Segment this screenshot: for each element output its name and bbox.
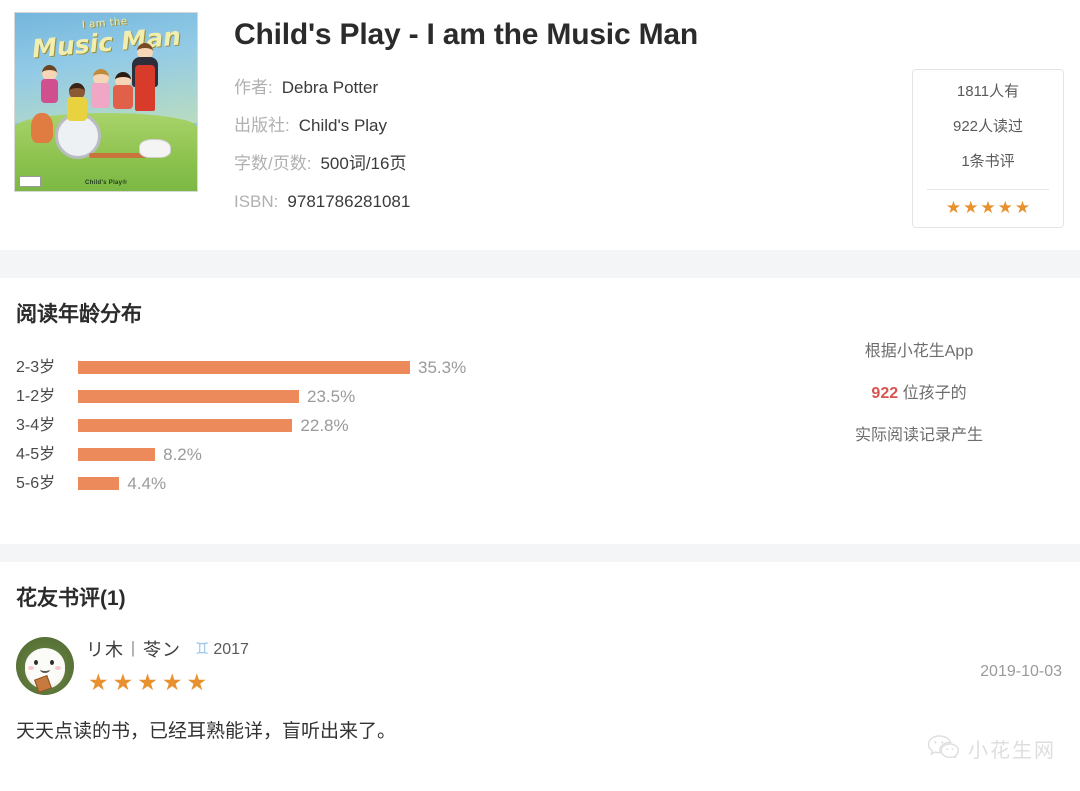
meta-value-author: Debra Potter xyxy=(281,78,379,97)
chart-bar-track: 35.3% xyxy=(78,359,636,376)
chart-bar-value: 8.2% xyxy=(163,445,202,464)
chart-bar-fill xyxy=(78,448,156,461)
chart-bar-fill xyxy=(78,419,293,432)
chart-bar-label: 3-4岁 xyxy=(16,416,56,434)
cover-cat xyxy=(31,113,53,143)
meta-value-publisher: Child's Play xyxy=(298,116,388,135)
chart-bar-label: 1-2岁 xyxy=(16,387,56,405)
avatar-eye-left xyxy=(34,660,38,665)
meta-label-author: 作者: xyxy=(234,78,273,97)
chart-bar-row: 2-3岁 35.3% xyxy=(16,353,636,382)
chart-bar-track: 4.4% xyxy=(78,475,636,492)
chart-bar-value: 22.8% xyxy=(300,416,349,435)
age-distribution-chart: 2-3岁 35.3% 1-2岁 23.5% 3-4岁 22.8% 4-5岁 8.2% 5-6岁 4… xyxy=(16,353,636,498)
chart-bar-label: 5-6岁 xyxy=(16,474,56,492)
avatar-cheek-left xyxy=(28,666,34,670)
chart-bar-label: 2-3岁 xyxy=(16,358,56,376)
chart-note-child-count: 922 xyxy=(871,385,899,402)
meta-label-wordcount-pages: 字数/页数: xyxy=(234,154,312,173)
star-icon: ★ xyxy=(1014,198,1031,217)
chart-bar-row: 5-6岁 4.4% xyxy=(16,469,636,498)
avatar-cheek-right xyxy=(55,666,61,670)
cover-skateboard xyxy=(89,153,147,158)
book-stats-card: 1811人有 922人读过 1条书评 ★ ★ ★ ★ ★ xyxy=(912,69,1064,228)
review-username[interactable]: リ木︱苓ン xyxy=(86,641,181,659)
book-cover-image[interactable]: I am the Music Man Child's Play® xyxy=(14,12,198,192)
star-icon: ★ xyxy=(997,198,1013,217)
chart-source-note: 根据小花生App 922 位孩子的 实际阅读记录产生 xyxy=(774,344,1064,444)
chart-bar-fill xyxy=(78,477,120,490)
chart-bar-track: 23.5% xyxy=(78,388,636,405)
review-child-birth-year: 2017 xyxy=(213,641,249,658)
gemini-zodiac-icon: ♊ xyxy=(195,641,210,658)
review-item: リ木︱苓ン ♊ 2017 ★ ★ ★ ★ ★ xyxy=(16,637,1064,695)
star-icon: ★ xyxy=(980,198,996,217)
chart-bar-track: 22.8% xyxy=(78,417,636,434)
chart-bar-value: 4.4% xyxy=(127,474,167,493)
chart-bar-value: 35.3% xyxy=(418,358,467,377)
cover-child-4-body xyxy=(113,85,133,109)
star-icon: ★ xyxy=(137,669,158,695)
cover-imprint-text: Child's Play® xyxy=(84,180,128,186)
review-text: 天天点读的书，已经耳熟能详，盲听出来了。 xyxy=(16,721,397,742)
star-icon: ★ xyxy=(112,669,134,695)
reviews-section-title: 花友书评(1) xyxy=(16,587,126,610)
star-icon: ★ xyxy=(88,669,109,695)
chart-bar-row: 4-5岁 8.2% xyxy=(16,440,636,469)
chart-bar-value: 23.5% xyxy=(307,387,356,406)
review-name-row: リ木︱苓ン ♊ 2017 xyxy=(86,641,249,659)
avatar-mouth xyxy=(40,666,50,673)
stats-divider xyxy=(927,189,1049,190)
chart-note-line-2: 922 位孩子的 xyxy=(774,386,1064,402)
stats-rating-stars: ★ ★ ★ ★ ★ xyxy=(913,199,1063,217)
avatar[interactable] xyxy=(16,637,74,695)
chart-bar-fill xyxy=(78,390,300,403)
cover-child-1-body xyxy=(41,79,58,103)
star-icon: ★ xyxy=(186,669,208,695)
star-icon: ★ xyxy=(945,198,962,217)
chart-bar-row: 1-2岁 23.5% xyxy=(16,382,636,411)
chart-bar-row: 3-4岁 22.8% xyxy=(16,411,636,440)
meta-label-isbn: ISBN: xyxy=(234,192,279,211)
book-header: I am the Music Man Child's Play® Child's… xyxy=(0,0,1080,250)
reviews-section: 花友书评(1) リ木︱苓ン ♊ 2017 ★ ★ ★ ★ ★ 2019-10-03 天天… xyxy=(0,562,1080,781)
chart-bar-track: 8.2% xyxy=(78,446,636,463)
cover-conductor-legs xyxy=(135,65,155,111)
star-icon: ★ xyxy=(161,669,183,695)
stats-review-count: 1条书评 xyxy=(961,153,1015,170)
chart-bar-label: 4-5岁 xyxy=(16,445,56,463)
chart-note-line-3: 实际阅读记录产生 xyxy=(854,427,983,444)
meta-value-wordcount-pages: 500词/16页 xyxy=(320,154,407,173)
cover-child-2-body xyxy=(67,97,87,121)
chart-note-line-2-suffix: 位孩子的 xyxy=(898,385,967,402)
cover-child-3-body xyxy=(91,83,110,108)
section-separator-1 xyxy=(0,250,1080,278)
stats-read-count: 922人读过 xyxy=(952,118,1024,135)
chart-section-title: 阅读年龄分布 xyxy=(16,303,142,326)
stats-have-count: 1811人有 xyxy=(956,83,1020,100)
reading-age-chart-section: 阅读年龄分布 2-3岁 35.3% 1-2岁 23.5% 3-4岁 22.8% 4-5岁 8.… xyxy=(0,278,1080,544)
page-title: Child's Play - I am the Music Man xyxy=(234,18,698,51)
meta-label-publisher: 出版社: xyxy=(234,116,290,135)
section-separator-2 xyxy=(0,544,1080,562)
star-icon: ★ xyxy=(963,198,979,217)
chart-note-line-1: 根据小花生App xyxy=(864,343,974,360)
avatar-eye-right xyxy=(50,660,54,665)
book-cover-wrapper[interactable]: I am the Music Man Child's Play® xyxy=(14,12,200,194)
review-identity: リ木︱苓ン ♊ 2017 ★ ★ ★ ★ ★ xyxy=(74,637,249,694)
review-date: 2019-10-03 xyxy=(980,663,1062,680)
meta-value-isbn: 9781786281081 xyxy=(287,192,411,211)
review-rating-stars: ★ ★ ★ ★ ★ xyxy=(86,671,249,694)
chart-bar-fill xyxy=(78,361,410,374)
cover-dog xyxy=(139,139,171,158)
